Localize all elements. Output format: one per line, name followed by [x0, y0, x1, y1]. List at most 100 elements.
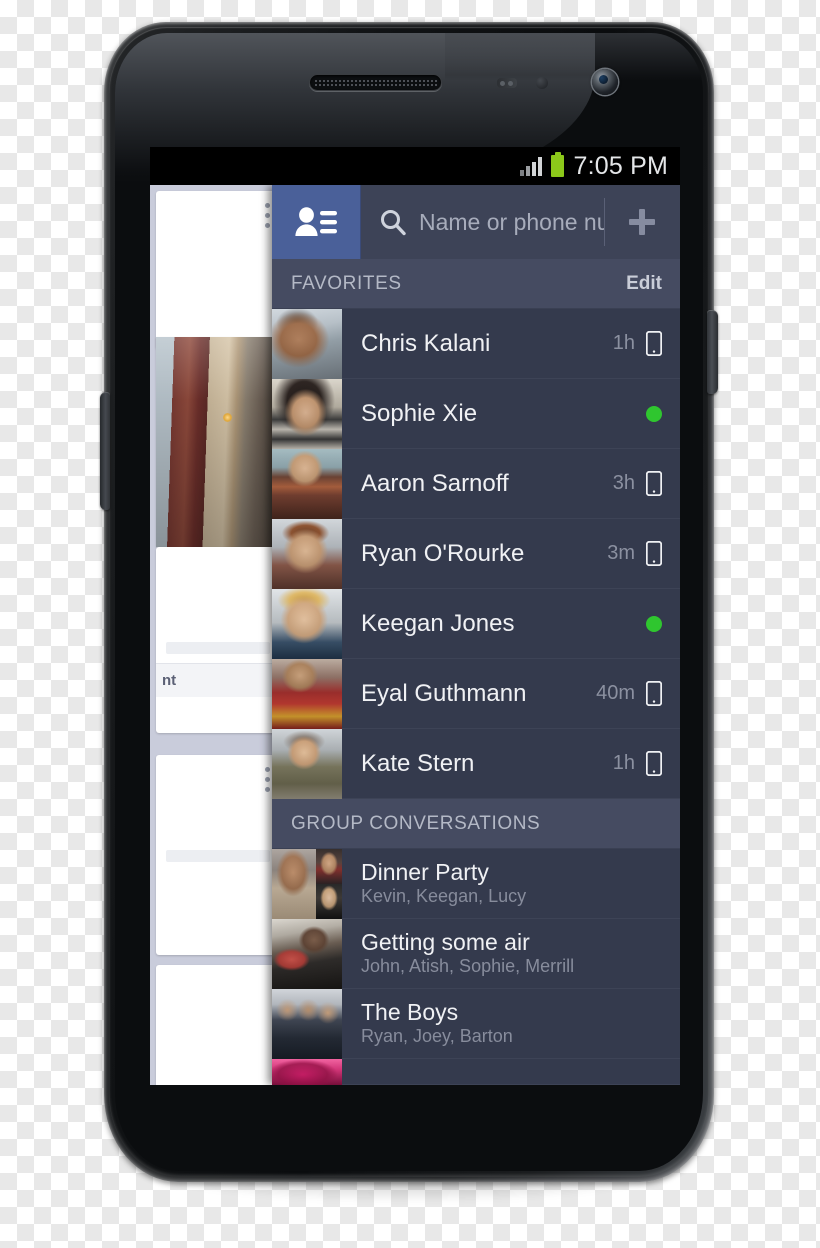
contact-row[interactable]: Chris Kalani 1h: [272, 309, 680, 379]
contact-row-main: Aaron Sarnoff: [342, 449, 613, 518]
contact-row[interactable]: Kate Stern 1h: [272, 729, 680, 799]
contact-row-main: Kate Stern: [342, 729, 613, 798]
group-avatar: [272, 849, 342, 919]
feed-photo: [156, 337, 272, 547]
search-icon: [361, 208, 419, 236]
contact-row-status: 1h: [613, 729, 680, 798]
edit-favorites-button[interactable]: Edit: [626, 273, 662, 295]
contact-row-main: Ryan O'Rourke: [342, 519, 607, 588]
proximity-sensor-icon: [497, 78, 517, 88]
contact-row-main: Chris Kalani: [342, 309, 613, 378]
glass-reflection-secondary: [445, 33, 703, 81]
feed-card[interactable]: [156, 191, 272, 349]
avatar: [272, 659, 342, 729]
contact-row[interactable]: Keegan Jones: [272, 589, 680, 659]
avatar: [272, 379, 342, 449]
contact-name: Sophie Xie: [361, 399, 478, 427]
group-conversation-row[interactable]: Getting some air John, Atish, Sophie, Me…: [272, 919, 680, 989]
more-options-icon[interactable]: [265, 767, 270, 792]
contacts-card-icon: [295, 207, 337, 236]
online-dot: [646, 405, 662, 422]
contacts-tab-button[interactable]: [272, 185, 361, 259]
group-row-main: Getting some air John, Atish, Sophie, Me…: [342, 919, 680, 988]
mobile-phone-icon: [646, 471, 662, 496]
group-conversation-row-partial[interactable]: [272, 1059, 680, 1085]
feed-comment-label: nt: [162, 672, 177, 689]
more-options-icon[interactable]: [265, 203, 270, 228]
front-camera-icon: [592, 69, 618, 95]
group-conversation-row[interactable]: The Boys Ryan, Joey, Barton: [272, 989, 680, 1059]
avatar: [272, 449, 342, 519]
mobile-phone-icon: [646, 331, 662, 356]
contact-name: Aaron Sarnoff: [361, 469, 509, 497]
contact-name: Keegan Jones: [361, 609, 515, 637]
power-button[interactable]: [707, 310, 718, 394]
background-app-newsfeed[interactable]: nt: [150, 185, 272, 1085]
contact-row-status: 1h: [613, 309, 680, 378]
avatar: [272, 519, 342, 589]
avatar: [272, 589, 342, 659]
group-members: John, Atish, Sophie, Merrill: [361, 955, 575, 976]
mobile-phone-icon: [646, 751, 662, 776]
online-dot: [646, 615, 662, 632]
contact-row[interactable]: Eyal Guthmann 40m: [272, 659, 680, 729]
contact-row-status: 40m: [596, 659, 680, 728]
feed-comment-button[interactable]: nt: [156, 663, 272, 697]
drawer-header: [272, 185, 680, 259]
contact-name: Kate Stern: [361, 749, 475, 777]
last-active-timestamp: 3h: [612, 472, 635, 494]
avatar: [272, 309, 342, 379]
battery-icon: [551, 152, 565, 177]
group-title: The Boys: [361, 998, 459, 1025]
feed-card[interactable]: nt: [156, 547, 272, 733]
contact-row-status: 3m: [607, 519, 680, 588]
search-field-container[interactable]: [361, 185, 604, 259]
avatar: [272, 729, 342, 799]
mobile-phone-icon: [646, 681, 662, 706]
group-members: Ryan, Joey, Barton: [361, 1025, 513, 1046]
group-avatar: [272, 989, 342, 1059]
signal-bars-icon: [520, 156, 543, 176]
feed-card[interactable]: [156, 965, 272, 1085]
contact-row-main: Eyal Guthmann: [342, 659, 596, 728]
group-row-main: [342, 1059, 680, 1084]
contact-name: Ryan O'Rourke: [361, 539, 525, 567]
contact-row-status: [646, 589, 680, 658]
contact-row[interactable]: Aaron Sarnoff 3h: [272, 449, 680, 519]
group-title: Getting some air: [361, 928, 530, 955]
mobile-phone-icon: [646, 541, 662, 566]
last-active-timestamp: 40m: [596, 682, 635, 704]
status-bar-clock: 7:05 PM: [573, 151, 668, 180]
group-row-main: The Boys Ryan, Joey, Barton: [342, 989, 680, 1058]
contact-name: Eyal Guthmann: [361, 679, 527, 707]
section-title: FAVORITES: [291, 272, 402, 294]
volume-button[interactable]: [100, 392, 110, 510]
last-active-timestamp: 1h: [612, 752, 635, 774]
contact-row-main: Sophie Xie: [342, 379, 646, 448]
last-active-timestamp: 3m: [607, 542, 635, 564]
contacts-drawer: FAVORITES Edit Chris Kalani 1h: [272, 185, 680, 1085]
group-avatar: [272, 919, 342, 989]
last-active-timestamp: 1h: [612, 332, 635, 354]
ambient-light-sensor-icon: [536, 77, 548, 89]
contact-row-status: 3h: [613, 449, 680, 518]
group-row-main: Dinner Party Kevin, Keegan, Lucy: [342, 849, 680, 918]
contact-row[interactable]: Sophie Xie: [272, 379, 680, 449]
plus-icon: [629, 209, 655, 235]
contact-row[interactable]: Ryan O'Rourke 3m: [272, 519, 680, 589]
group-conversation-row[interactable]: Dinner Party Kevin, Keegan, Lucy: [272, 849, 680, 919]
search-input[interactable]: [419, 208, 604, 236]
feed-placeholder-line: [166, 850, 270, 862]
phone-screen: 7:05 PM nt Name or phone number FAVORITE…: [150, 147, 680, 1085]
add-contact-button[interactable]: [604, 185, 680, 259]
section-title: GROUP CONVERSATIONS: [291, 812, 541, 834]
group-avatar: [272, 1059, 342, 1085]
feed-placeholder-line: [166, 642, 270, 654]
phone-device: 7:05 PM nt Name or phone number FAVORITE…: [100, 22, 718, 1212]
contact-row-main: Keegan Jones: [342, 589, 646, 658]
section-header-group-conversations: GROUP CONVERSATIONS: [272, 799, 680, 849]
feed-card-photo[interactable]: [156, 337, 272, 547]
feed-card[interactable]: [156, 755, 272, 955]
contact-row-status: [646, 379, 680, 448]
section-header-favorites: FAVORITES Edit: [272, 259, 680, 309]
